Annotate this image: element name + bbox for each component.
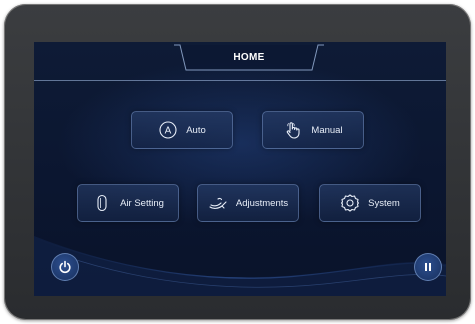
power-icon	[58, 260, 72, 274]
screen: HOME A Auto Manual Air Setting Adjustmen…	[34, 42, 446, 296]
header-tab: HOME	[174, 44, 324, 72]
air-setting-button[interactable]: Air Setting	[77, 184, 179, 222]
power-button[interactable]	[51, 253, 79, 281]
pause-button[interactable]	[414, 253, 442, 281]
adjustments-label: Adjustments	[235, 197, 289, 209]
auto-a-icon: A	[158, 120, 178, 140]
air-tube-icon	[92, 193, 112, 213]
page-title: HOME	[233, 52, 265, 63]
hand-pointer-icon	[283, 120, 303, 140]
svg-text:A: A	[165, 126, 172, 137]
gear-icon	[340, 193, 360, 213]
device-frame: HOME A Auto Manual Air Setting Adjustmen…	[4, 4, 471, 320]
system-button[interactable]: System	[319, 184, 421, 222]
system-label: System	[368, 197, 400, 209]
seat-recline-icon	[208, 193, 228, 213]
air-setting-label: Air Setting	[120, 197, 164, 209]
header-divider	[34, 80, 446, 81]
auto-label: Auto	[186, 124, 206, 136]
auto-button[interactable]: A Auto	[131, 111, 233, 149]
manual-label: Manual	[311, 124, 343, 136]
adjustments-button[interactable]: Adjustments	[197, 184, 299, 222]
pause-icon	[421, 260, 435, 274]
manual-button[interactable]: Manual	[262, 111, 364, 149]
